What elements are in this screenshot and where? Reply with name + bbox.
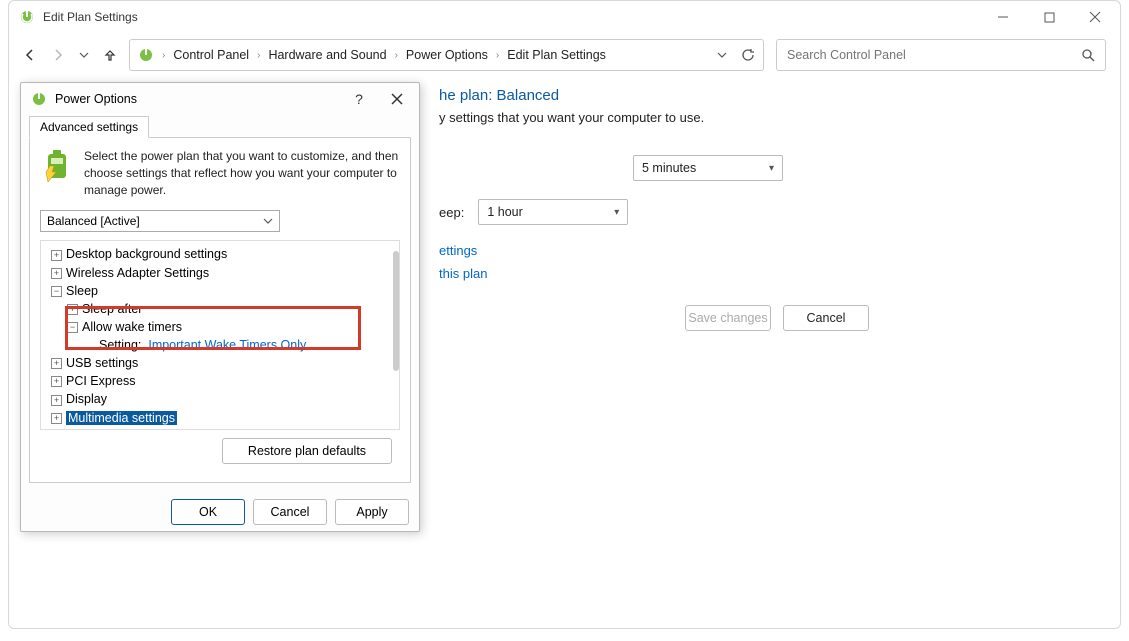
page-buttons: Save changes Cancel xyxy=(439,305,869,331)
expand-icon[interactable]: + xyxy=(51,268,62,279)
expand-icon[interactable]: + xyxy=(51,376,62,387)
dialog-title: Power Options xyxy=(55,92,137,106)
dialog-titlebar: Power Options ? xyxy=(21,83,419,115)
search-icon[interactable] xyxy=(1082,49,1095,62)
chevron-down-icon[interactable] xyxy=(717,50,727,60)
tree-item-desktop-bg[interactable]: +Desktop background settings xyxy=(43,245,397,263)
page-heading: he plan: Balanced xyxy=(439,87,1090,104)
window-controls xyxy=(980,2,1118,32)
forward-button[interactable] xyxy=(51,48,65,62)
recent-dropdown[interactable] xyxy=(79,50,89,60)
battery-icon xyxy=(40,148,74,182)
chevron-right-icon: › xyxy=(162,50,165,61)
tree-item-usb[interactable]: +USB settings xyxy=(43,354,397,372)
cancel-button[interactable]: Cancel xyxy=(783,305,869,331)
chevron-down-icon: ▾ xyxy=(769,163,774,174)
collapse-icon[interactable]: − xyxy=(51,286,62,297)
restore-row: Restore plan defaults xyxy=(40,430,400,472)
power-icon xyxy=(19,9,35,25)
minimize-button[interactable] xyxy=(980,2,1026,32)
search-box[interactable] xyxy=(776,39,1106,71)
dialog-cancel-button[interactable]: Cancel xyxy=(253,499,327,525)
dialog-description: Select the power plan that you want to c… xyxy=(84,148,400,198)
link-row-2: this plan xyxy=(439,266,1090,281)
display-off-row: 5 minutes ▾ xyxy=(439,155,1090,181)
help-button[interactable]: ? xyxy=(343,87,375,111)
sleep-select[interactable]: 1 hour ▾ xyxy=(478,199,628,225)
address-bar-controls xyxy=(717,48,755,62)
display-off-value: 5 minutes xyxy=(642,161,696,175)
back-button[interactable] xyxy=(23,48,37,62)
tree-item-multimedia-label: Multimedia settings xyxy=(66,411,177,425)
restore-defaults-link[interactable]: this plan xyxy=(439,266,487,281)
chevron-right-icon: › xyxy=(496,50,499,61)
ok-button[interactable]: OK xyxy=(171,499,245,525)
sleep-row: eep: 1 hour ▾ xyxy=(439,199,1090,225)
tree-item-pci[interactable]: +PCI Express xyxy=(43,372,397,390)
nav-arrows xyxy=(23,48,117,62)
chevron-down-icon: ▾ xyxy=(614,207,619,218)
scrollbar-thumb[interactable] xyxy=(393,251,399,371)
plan-select[interactable]: Balanced [Active] xyxy=(40,210,280,232)
window-title: Edit Plan Settings xyxy=(43,10,138,24)
titlebar-left: Edit Plan Settings xyxy=(19,9,138,25)
address-icon xyxy=(138,47,154,63)
address-bar[interactable]: › Control Panel › Hardware and Sound › P… xyxy=(129,39,764,71)
page-subtitle: y settings that you want your computer t… xyxy=(439,110,1090,125)
chevron-right-icon: › xyxy=(257,50,260,61)
sleep-label: eep: xyxy=(439,205,464,220)
refresh-button[interactable] xyxy=(741,48,755,62)
tree-item-sleep[interactable]: −Sleep xyxy=(43,282,397,300)
sleep-value: 1 hour xyxy=(487,205,522,219)
power-options-dialog: Power Options ? Advanced settings Select… xyxy=(20,82,420,532)
expand-icon[interactable]: + xyxy=(51,395,62,406)
tab-advanced-settings[interactable]: Advanced settings xyxy=(29,116,149,138)
dialog-tabs: Advanced settings xyxy=(21,115,419,137)
dialog-frame: Select the power plan that you want to c… xyxy=(29,137,411,483)
up-button[interactable] xyxy=(103,48,117,62)
expand-icon[interactable]: + xyxy=(51,413,62,424)
close-button[interactable] xyxy=(1072,2,1118,32)
dialog-description-row: Select the power plan that you want to c… xyxy=(40,148,400,198)
apply-button[interactable]: Apply xyxy=(335,499,409,525)
restore-defaults-button[interactable]: Restore plan defaults xyxy=(222,438,392,464)
breadcrumb-item[interactable]: Control Panel xyxy=(173,48,249,62)
settings-tree[interactable]: +Desktop background settings +Wireless A… xyxy=(40,240,400,430)
chevron-down-icon xyxy=(263,216,273,226)
address-bar-wrap: › Control Panel › Hardware and Sound › P… xyxy=(129,39,1106,71)
advanced-settings-link[interactable]: ettings xyxy=(439,243,477,258)
breadcrumb-item[interactable]: Hardware and Sound xyxy=(268,48,386,62)
tree-item-wireless[interactable]: +Wireless Adapter Settings xyxy=(43,264,397,282)
link-row-1: ettings xyxy=(439,243,1090,258)
expand-icon[interactable]: + xyxy=(51,358,62,369)
power-icon xyxy=(31,91,47,107)
maximize-button[interactable] xyxy=(1026,2,1072,32)
tree-item-multimedia[interactable]: + Multimedia settings xyxy=(43,409,397,427)
dialog-title-left: Power Options xyxy=(31,91,137,107)
breadcrumb-item[interactable]: Edit Plan Settings xyxy=(507,48,606,62)
highlight-annotation xyxy=(65,306,361,350)
navbar: › Control Panel › Hardware and Sound › P… xyxy=(9,33,1120,77)
tree-item-display[interactable]: +Display xyxy=(43,390,397,408)
display-off-select[interactable]: 5 minutes ▾ xyxy=(633,155,783,181)
dialog-bottom-buttons: OK Cancel Apply xyxy=(21,491,419,537)
plan-selected-value: Balanced [Active] xyxy=(47,214,140,228)
breadcrumb-item[interactable]: Power Options xyxy=(406,48,488,62)
titlebar: Edit Plan Settings xyxy=(9,1,1120,33)
save-changes-button[interactable]: Save changes xyxy=(685,305,771,331)
dialog-close-button[interactable] xyxy=(381,87,413,111)
dialog-title-buttons: ? xyxy=(343,87,413,111)
search-input[interactable] xyxy=(787,48,1082,62)
expand-icon[interactable]: + xyxy=(51,250,62,261)
chevron-right-icon: › xyxy=(395,50,398,61)
